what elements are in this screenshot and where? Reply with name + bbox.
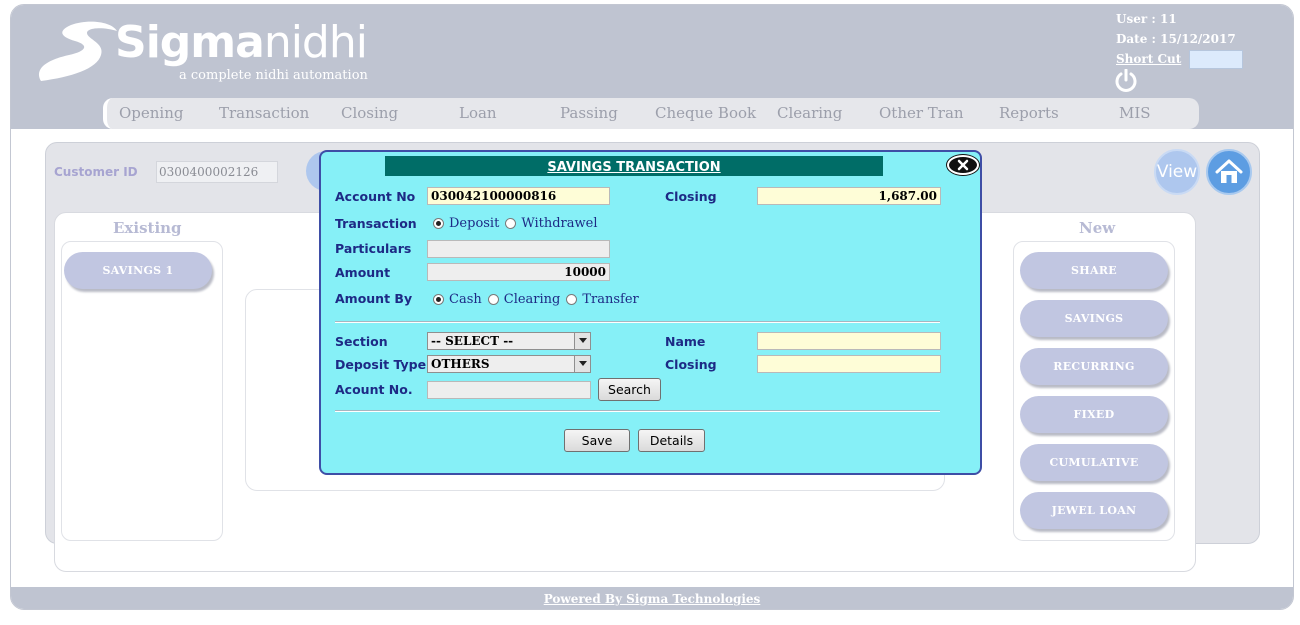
save-button[interactable]: Save (564, 429, 630, 452)
divider-bottom (335, 410, 940, 412)
user-info: User : 11 Date : 15/12/2017 Short Cut (1116, 9, 1244, 69)
new-share-button[interactable]: SHARE (1020, 252, 1168, 289)
view-button[interactable]: View (1154, 149, 1200, 195)
closing-label: Closing (665, 189, 717, 204)
menu-closing[interactable]: Closing (341, 104, 398, 122)
amount-input[interactable]: 10000 (427, 263, 610, 281)
brand-name-light: nidhi (263, 17, 368, 68)
section-select-value: -- SELECT -- (431, 334, 514, 348)
brand-tagline: a complete nidhi automation (179, 68, 368, 83)
customer-id-field[interactable]: 0300400002126 (156, 161, 278, 183)
particulars-label: Particulars (335, 241, 412, 256)
amount-by-group: Cash Clearing Transfer (427, 292, 639, 307)
close-button[interactable] (947, 155, 979, 175)
new-recurring-button[interactable]: RECURRING (1020, 348, 1168, 385)
existing-title: Existing (113, 219, 182, 237)
section-select[interactable]: -- SELECT -- (427, 332, 591, 350)
close-icon (957, 159, 969, 171)
menu-mis[interactable]: MIS (1119, 104, 1151, 122)
menu-passing[interactable]: Passing (560, 104, 618, 122)
amount-label: Amount (335, 265, 391, 280)
menu-opening[interactable]: Opening (119, 104, 184, 122)
footer: Powered By Sigma Technologies (11, 587, 1293, 609)
home-button[interactable] (1206, 149, 1252, 195)
sigma-logo-icon (39, 21, 117, 81)
withdrawel-radio-label: Withdrawel (521, 216, 598, 231)
power-icon[interactable] (1115, 69, 1137, 93)
main-menu: Opening Transaction Closing Loan Passing… (103, 98, 1199, 129)
shortcut-label: Short Cut (1116, 52, 1182, 66)
existing-accounts-list: SAVINGS 1 (61, 241, 223, 541)
amount-by-label: Amount By (335, 291, 413, 306)
menu-cheque-book[interactable]: Cheque Book (655, 104, 756, 122)
name-label: Name (665, 334, 706, 349)
new-accounts-list: SHARE SAVINGS RECURRING FIXED CUMULATIVE… (1013, 241, 1175, 541)
header: Sigmanidhi a complete nidhi automation U… (11, 5, 1293, 129)
acount-no-input[interactable] (427, 381, 591, 399)
menu-other-tran[interactable]: Other Tran (879, 104, 964, 122)
new-fixed-button[interactable]: FIXED (1020, 396, 1168, 433)
clearing-radio[interactable] (487, 294, 499, 305)
deposit-type-label: Deposit Type (335, 357, 427, 372)
deposit-radio-label: Deposit (449, 216, 500, 231)
dialog-title: SAVINGS TRANSACTION (547, 160, 721, 175)
transaction-type-group: Deposit Withdrawel (427, 216, 597, 231)
transaction-label: Transaction (335, 216, 417, 231)
new-title: New (1079, 219, 1116, 237)
particulars-input[interactable] (427, 240, 610, 258)
brand-name-bold: Sigma (115, 17, 265, 68)
user-id: User : 11 (1116, 12, 1177, 26)
closing-balance-field: 1,687.00 (757, 187, 941, 205)
deposit-type-select-value: OTHERS (431, 357, 490, 371)
section-label: Section (335, 334, 388, 349)
account-no-field[interactable]: 030042100000816 (427, 187, 610, 205)
withdrawel-radio[interactable] (505, 218, 517, 229)
shortcut-row: Short Cut (1116, 49, 1244, 69)
acount-no-label: Acount No. (335, 382, 413, 397)
transfer-radio-label: Transfer (582, 292, 639, 307)
dialog-titlebar: SAVINGS TRANSACTION (385, 156, 883, 176)
menu-reports[interactable]: Reports (999, 104, 1059, 122)
new-cumulative-button[interactable]: CUMULATIVE (1020, 444, 1168, 481)
savings-transaction-dialog: SAVINGS TRANSACTION Account No 030042100… (319, 150, 982, 475)
new-savings-button[interactable]: SAVINGS (1020, 300, 1168, 337)
details-button[interactable]: Details (638, 429, 705, 452)
transfer-radio[interactable] (566, 294, 578, 305)
account-no-label: Account No (335, 189, 416, 204)
session-date: Date : 15/12/2017 (1116, 32, 1236, 46)
closing2-label: Closing (665, 357, 717, 372)
powered-by-link[interactable]: Powered By Sigma Technologies (544, 592, 761, 606)
menu-transaction[interactable]: Transaction (219, 104, 309, 122)
brand-name: Sigmanidhi (115, 21, 368, 65)
home-icon (1215, 159, 1243, 183)
deposit-type-select[interactable]: OTHERS (427, 355, 591, 373)
section-dropdown-arrow-icon[interactable] (574, 333, 590, 349)
new-jewel-loan-button[interactable]: JEWEL LOAN (1020, 492, 1168, 529)
menu-loan[interactable]: Loan (459, 104, 497, 122)
deposit-type-dropdown-arrow-icon[interactable] (574, 356, 590, 372)
cash-radio-label: Cash (449, 292, 482, 307)
divider-top (335, 321, 940, 323)
closing2-field (757, 355, 941, 373)
clearing-radio-label: Clearing (503, 292, 561, 307)
shortcut-input[interactable] (1189, 49, 1244, 69)
name-field (757, 332, 941, 350)
customer-id-label: Customer ID (54, 165, 138, 179)
cash-radio[interactable] (433, 294, 444, 305)
deposit-radio[interactable] (433, 218, 444, 229)
existing-savings-button[interactable]: SAVINGS 1 (64, 252, 212, 289)
menu-clearing[interactable]: Clearing (777, 104, 842, 122)
search-button[interactable]: Search (598, 378, 661, 401)
